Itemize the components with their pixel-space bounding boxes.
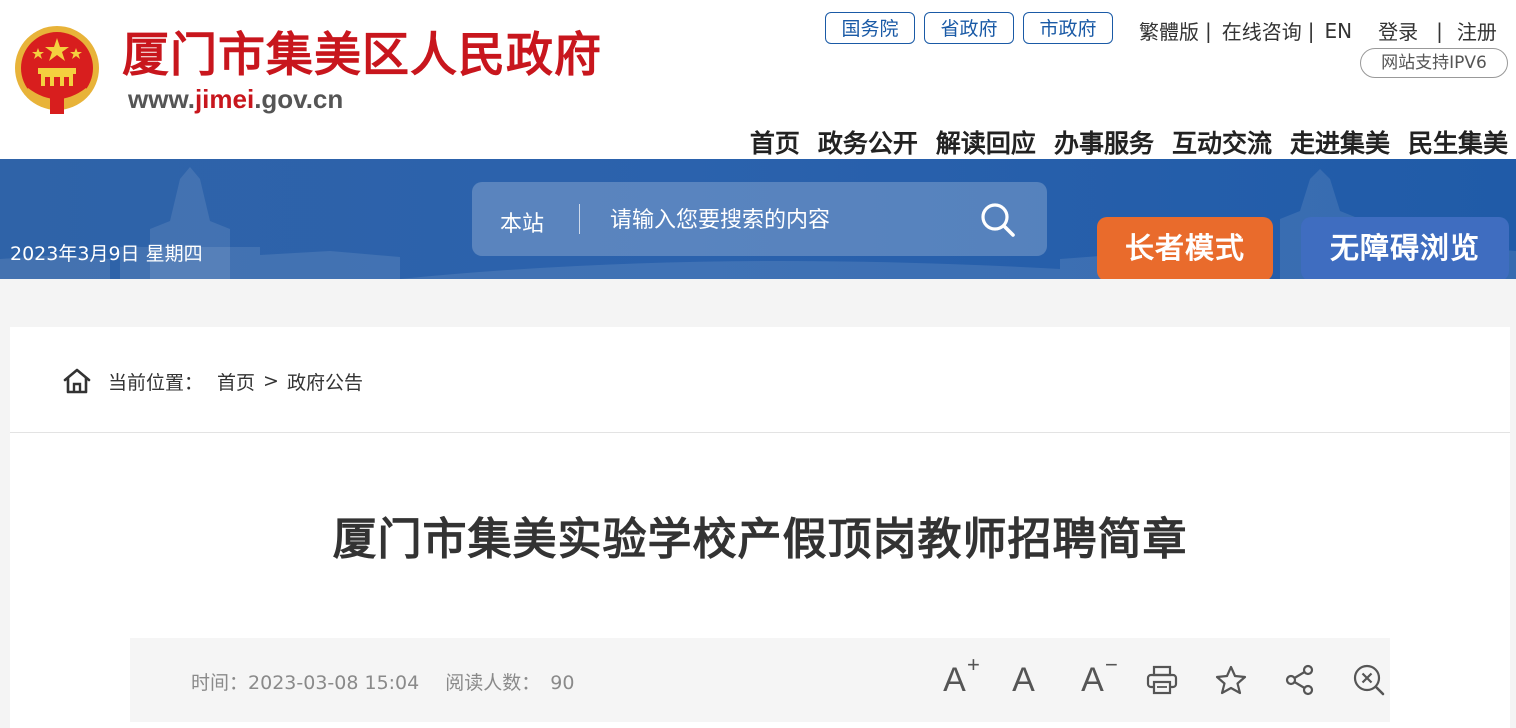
state-council-link[interactable]: 国务院 [825, 12, 915, 44]
site-url-suffix: .gov.cn [254, 84, 344, 114]
site-url-highlight: jimei [194, 84, 255, 114]
nav-item-gov-affairs[interactable]: 政务公开 [818, 124, 918, 160]
search-input[interactable] [608, 201, 972, 239]
city-gov-link[interactable]: 市政府 [1023, 12, 1113, 44]
current-date: 2023年3月9日 星期四 [10, 243, 203, 265]
close-icon[interactable] [1334, 660, 1403, 700]
english-link[interactable]: EN [1325, 19, 1353, 43]
print-icon[interactable] [1127, 660, 1196, 700]
register-link[interactable]: 注册 [1457, 16, 1497, 45]
publish-time-label: 时间： [191, 672, 249, 694]
views-label: 阅读人数： [445, 672, 541, 694]
search-box: 本站 [472, 182, 1047, 256]
nav-item-livelihood[interactable]: 民生集美 [1408, 124, 1508, 160]
nav-item-services[interactable]: 办事服务 [1054, 124, 1154, 160]
province-gov-link[interactable]: 省政府 [924, 12, 1014, 44]
breadcrumb-current[interactable]: 政府公告 [287, 368, 363, 395]
font-increase-icon[interactable]: A + [920, 654, 989, 700]
breadcrumb-separator: > [263, 370, 279, 392]
home-icon [63, 368, 91, 394]
elder-mode-button[interactable]: 长者模式 [1097, 217, 1273, 279]
banner: 2023年3月9日 星期四 本站 长者模式 无障碍浏览 [0, 159, 1516, 279]
site-url[interactable]: www.jimei.gov.cn [128, 84, 343, 115]
article-title: 厦门市集美实验学校产假顶岗教师招聘简章 [332, 514, 1188, 565]
publish-time: 2023-03-08 15:04 [248, 672, 420, 694]
online-consult-link[interactable]: 在线咨询 [1222, 16, 1302, 45]
main-nav: 首页 政务公开 解读回应 办事服务 互动交流 走进集美 民生集美 [750, 124, 1508, 160]
search-icon[interactable] [978, 200, 1018, 240]
article-meta-bar: 时间：2023-03-08 15:04 阅读人数： 90 A + A A − [130, 638, 1390, 722]
nav-item-about-jimei[interactable]: 走进集美 [1290, 124, 1390, 160]
search-scope-selector[interactable]: 本站 [500, 206, 544, 238]
breadcrumb-prefix: 当前位置： [108, 371, 204, 394]
traditional-chinese-link[interactable]: 繁體版 [1139, 16, 1199, 45]
site-header: 厦门市集美区人民政府 www.jimei.gov.cn 国务院 省政府 市政府 … [0, 0, 1516, 159]
national-emblem-icon[interactable] [12, 24, 102, 116]
search-divider [579, 204, 580, 234]
breadcrumb-home-link[interactable]: 首页 [217, 368, 255, 395]
font-decrease-icon[interactable]: A − [1058, 654, 1127, 700]
nav-item-interaction[interactable]: 互动交流 [1172, 124, 1272, 160]
site-url-prefix: www. [128, 84, 195, 114]
ipv6-badge: 网站支持IPV6 [1360, 48, 1508, 78]
separator: | [1307, 18, 1315, 43]
gov-links: 国务院 省政府 市政府 [825, 12, 1113, 44]
accessibility-button[interactable]: 无障碍浏览 [1301, 217, 1509, 279]
star-icon[interactable] [1196, 660, 1265, 700]
article-meta: 时间：2023-03-08 15:04 阅读人数： 90 [191, 668, 574, 695]
separator: | [1436, 18, 1443, 43]
article-tools: A + A A − [920, 654, 1403, 700]
font-reset-icon[interactable]: A [989, 660, 1058, 700]
site-name[interactable]: 厦门市集美区人民政府 [122, 28, 602, 84]
separator: | [1205, 18, 1212, 43]
content-panel: 当前位置： 首页 > 政府公告 厦门市集美实验学校产假顶岗教师招聘简章 时间：2… [10, 327, 1510, 728]
utility-links: 繁體版 | 在线咨询 | EN 登录 | 注册 [1139, 16, 1497, 45]
views-count: 90 [550, 672, 575, 694]
nav-item-interpretation[interactable]: 解读回应 [936, 124, 1036, 160]
share-icon[interactable] [1265, 660, 1334, 700]
breadcrumb: 当前位置： 首页 > 政府公告 [62, 367, 363, 395]
divider [10, 432, 1510, 433]
nav-item-home[interactable]: 首页 [750, 124, 800, 160]
login-link[interactable]: 登录 [1378, 16, 1418, 45]
